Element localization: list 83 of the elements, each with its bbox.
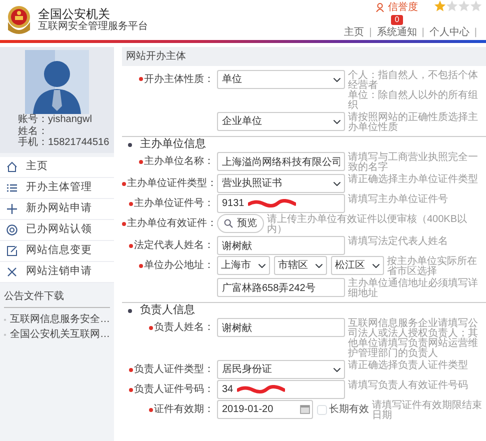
list-icon xyxy=(6,182,18,194)
hint-text: 请填写主办单位证件号 xyxy=(348,195,449,206)
home-icon xyxy=(6,160,18,172)
hint-text: 请填写负责人有效证件号码 xyxy=(348,381,469,392)
hint-text: 单位：除自然人以外的所有组织 xyxy=(348,91,479,111)
text-field[interactable]: 广富林路658弄242号 xyxy=(217,278,345,298)
hint-text: 请上传主办单位有效证件以便审核（400KB以内） xyxy=(267,215,468,236)
text-field[interactable]: 上海溢尚网络科技有限公司 xyxy=(217,152,345,172)
select-field[interactable]: 上海市 xyxy=(217,256,270,276)
hint-text: 请填写证件有效期限结束日期 xyxy=(372,401,483,422)
menu-item[interactable]: 网站注销申请 xyxy=(0,262,114,282)
plus-icon xyxy=(6,202,18,214)
field-label: 主办单位证件类型： xyxy=(127,178,217,190)
search-icon xyxy=(224,219,233,228)
count-badge: 0 xyxy=(390,15,404,25)
bullet-icon xyxy=(128,142,132,147)
select-field[interactable]: 市辖区 xyxy=(274,256,327,276)
star-icon xyxy=(434,0,446,12)
field-label: 主办单位有效证件： xyxy=(127,218,217,230)
person-icon xyxy=(376,3,384,12)
download-link[interactable]: 全国公安机关互联网… xyxy=(4,326,110,342)
hint-text: 请正确选择负责人证件类型 xyxy=(348,361,469,372)
section-heading: 主办单位信息 xyxy=(140,138,206,152)
download-link[interactable]: 互联网信息服务安全… xyxy=(4,312,110,326)
menu-item[interactable]: 网站信息变更 xyxy=(0,240,114,262)
nav-divider: | xyxy=(422,26,424,40)
avatar-icon xyxy=(25,50,89,114)
select-field[interactable]: 单位 xyxy=(217,70,345,89)
field-label: 单位办公地址： xyxy=(144,260,214,272)
site-subtitle: 互联网安全管理服务平台 xyxy=(38,21,148,32)
text-field[interactable]: 9131 xyxy=(217,194,345,214)
nav-divider: | xyxy=(369,26,372,40)
checkbox[interactable] xyxy=(317,404,327,415)
edit-icon xyxy=(6,244,18,256)
credit-link[interactable]: 信誉度 xyxy=(376,0,418,15)
field-label: 负责人证件类型： xyxy=(134,364,214,376)
bullet-icon xyxy=(128,308,132,313)
nav-divider: | xyxy=(474,26,477,40)
field-label: 法定代表人姓名： xyxy=(134,240,214,252)
field-label: 主办单位名称： xyxy=(144,156,214,168)
hint-text: 请正确选择主办单位证件类型 xyxy=(348,175,479,186)
section-heading: 负责人信息 xyxy=(140,304,195,318)
hint-text: 请填写与工商营业执照完全一致的名字 xyxy=(348,153,479,174)
select-field[interactable]: 营业执照证书 xyxy=(217,174,345,194)
nav-link[interactable]: 个人中心 xyxy=(429,25,470,40)
menu-item[interactable]: 主页 xyxy=(0,156,114,178)
nav-link[interactable]: 系统通知 xyxy=(376,25,417,40)
text-field[interactable]: 谢树献 xyxy=(217,236,345,256)
hint-text: 互联网信息服务企业请填写公司法人或法人授权负责人；其他单位请填写负责网站运营维护管理部门的负责人 xyxy=(348,319,479,360)
field-label: 主办单位证件号： xyxy=(134,198,214,210)
text-field[interactable]: 谢树献 xyxy=(217,318,345,338)
field-label: 负责人姓名： xyxy=(154,322,214,334)
field-label: 证件有效期： xyxy=(154,404,214,416)
credit-label: 信誉度 xyxy=(388,0,418,15)
panel-title: 网站开办主体 xyxy=(122,47,486,66)
hint-text: 请填写法定代表人姓名 xyxy=(348,237,449,248)
hint-text: 个人：指自然人，不包括个体经营者 xyxy=(348,71,479,91)
site-title: 全国公安机关 xyxy=(38,8,111,21)
close-icon xyxy=(6,266,18,278)
star-icon xyxy=(470,0,482,12)
select-field[interactable]: 企业单位 xyxy=(217,112,345,131)
menu-item[interactable]: 已办网站认领 xyxy=(0,220,114,240)
phone-text: 手机：15821744516 xyxy=(17,137,110,148)
account-text: 账号：yishangwl xyxy=(17,114,93,126)
nav-link[interactable]: 主页 xyxy=(344,25,364,40)
date-field[interactable]: 2019-01-20 xyxy=(217,400,313,420)
star-icon xyxy=(458,0,470,12)
field-label: 负责人证件号码： xyxy=(134,384,214,396)
select-field[interactable]: 松江区 xyxy=(331,256,384,276)
hint-text: 按主办单位实际所在省市区选择 xyxy=(387,257,478,278)
select-field[interactable]: 居民身份证 xyxy=(217,360,345,380)
preview-button[interactable]: 预览 xyxy=(217,214,264,234)
checkbox-label[interactable]: 长期有效 xyxy=(317,402,369,418)
menu-item[interactable]: 新办网站申请 xyxy=(0,198,114,220)
name-text: 姓名： xyxy=(17,126,49,136)
star-icon xyxy=(446,0,458,12)
menu-item[interactable]: 开办主体管理 xyxy=(0,178,114,198)
hint-text: 主办单位通信地址必须填写详细地址 xyxy=(348,279,479,300)
hint-text: 请按照网站的正确性质选择主办单位性质 xyxy=(348,113,479,133)
calendar-icon xyxy=(300,404,310,414)
section-title: 公告文件下载 xyxy=(4,288,110,308)
text-field[interactable]: 34 xyxy=(217,380,345,400)
field-label: 开办主体性质： xyxy=(144,74,214,85)
